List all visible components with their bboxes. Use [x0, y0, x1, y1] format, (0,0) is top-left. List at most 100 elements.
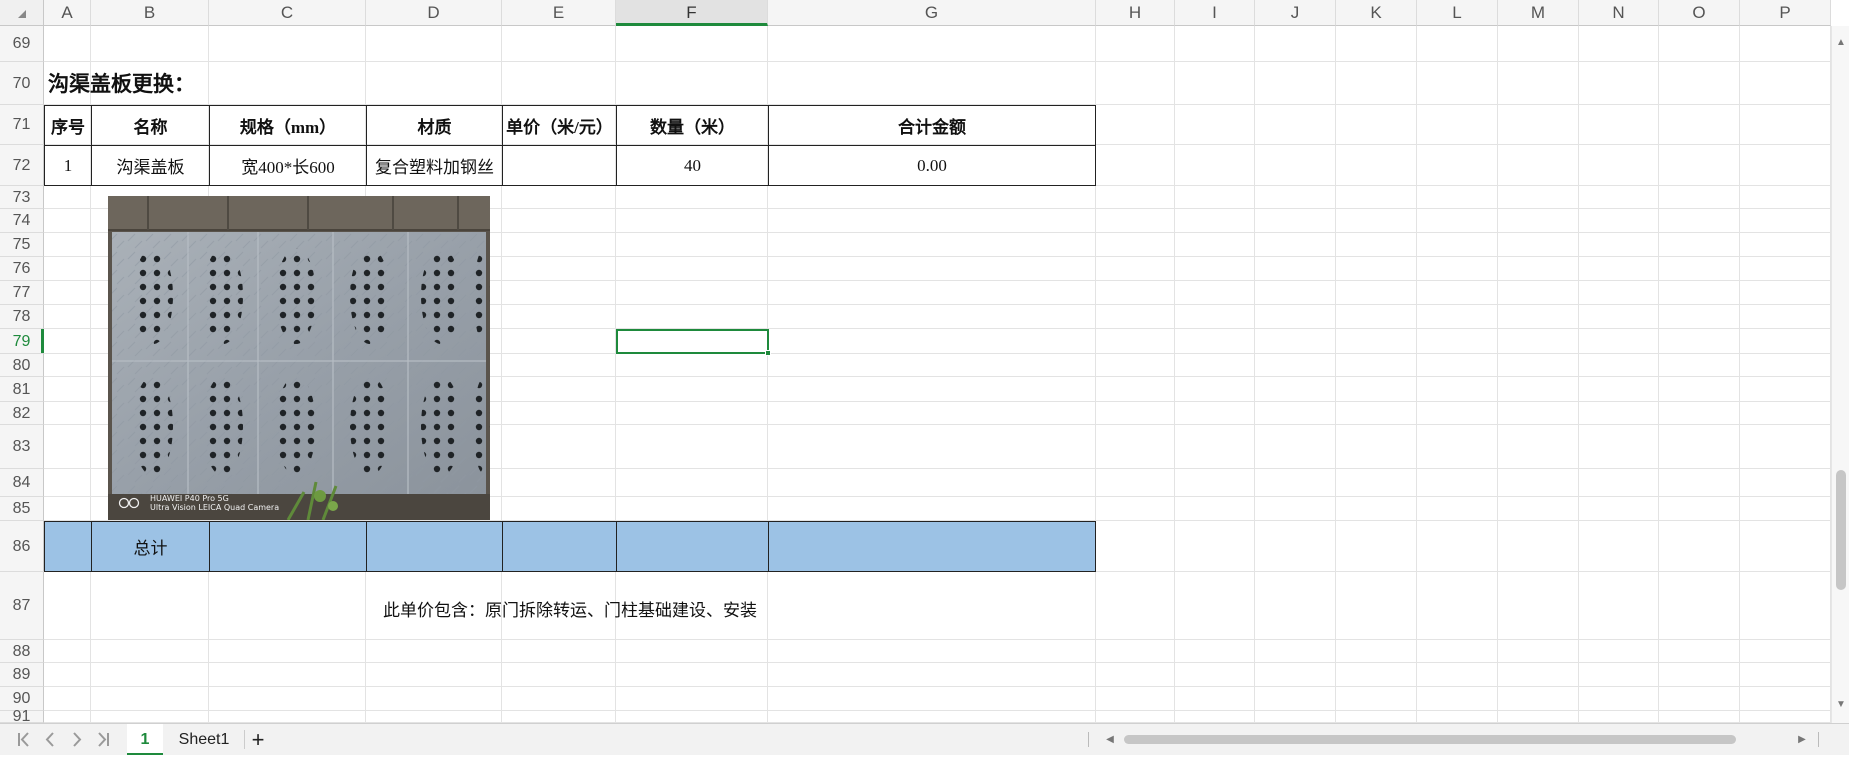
column-header-g[interactable]: G [768, 0, 1096, 26]
drain-cover-photo[interactable]: HUAWEI P40 Pro 5G Ultra Vision LEICA Qua… [108, 196, 490, 520]
vertical-scroll-thumb[interactable] [1836, 470, 1846, 590]
photo-watermark-line2: Ultra Vision LEICA Quad Camera [150, 503, 280, 512]
header-cell-unit-price[interactable]: 单价（米/元） [502, 105, 617, 146]
column-header-p[interactable]: P [1740, 0, 1831, 26]
section-title[interactable]: 沟渠盖板更换： [48, 62, 348, 104]
column-header-f[interactable]: F [616, 0, 768, 26]
row-header-89[interactable]: 89 [0, 663, 44, 687]
gridline-vertical [1739, 26, 1740, 723]
header-cell-total-amount[interactable]: 合计金额 [768, 105, 1096, 146]
cell-index[interactable]: 1 [44, 145, 92, 186]
gridline-vertical [1254, 26, 1255, 723]
cell-total-amount[interactable]: 0.00 [768, 145, 1096, 186]
next-sheet-icon[interactable] [64, 724, 90, 755]
cell-unit-price[interactable] [502, 145, 617, 186]
select-all-icon [18, 10, 26, 18]
column-header-a[interactable]: A [44, 0, 91, 26]
scroll-down-icon[interactable]: ▼ [1832, 698, 1849, 712]
row-header-83[interactable]: 83 [0, 425, 44, 469]
active-cell-selection[interactable] [616, 329, 771, 356]
gridline-horizontal [44, 662, 1831, 663]
row-header-91[interactable]: 91 [0, 709, 44, 723]
header-cell-quantity[interactable]: 数量（米） [616, 105, 769, 146]
gridline-horizontal [44, 639, 1831, 640]
horizontal-scroll-thumb[interactable] [1124, 735, 1736, 744]
spreadsheet-grid[interactable]: ABCDEFGHIJKLMNOP 69 70 71 72 73 74 75 76 77 78 79 8… [0, 0, 1849, 723]
row-header-80[interactable]: 80 [0, 354, 44, 377]
total-cell-d[interactable] [366, 521, 503, 572]
tab-divider [244, 730, 245, 749]
row-header-78[interactable]: 78 [0, 305, 44, 329]
total-cell-a[interactable] [44, 521, 92, 572]
column-header-c[interactable]: C [209, 0, 366, 26]
column-header-o[interactable]: O [1659, 0, 1740, 26]
cell-name[interactable]: 沟渠盖板 [91, 145, 210, 186]
row-header-84[interactable]: 84 [0, 469, 44, 497]
column-header-e[interactable]: E [502, 0, 616, 26]
column-header-h[interactable]: H [1096, 0, 1175, 26]
total-label[interactable]: 总计 [91, 521, 210, 572]
sheet-tab-1[interactable]: 1 [127, 724, 163, 755]
total-cell-g[interactable] [768, 521, 1096, 572]
scroll-right-icon[interactable]: ▶ [1792, 724, 1812, 755]
cell-material[interactable]: 复合塑料加钢丝 [366, 145, 503, 186]
row-header-73[interactable]: 73 [0, 186, 44, 209]
column-header-d[interactable]: D [366, 0, 502, 26]
scroll-end-divider [1818, 732, 1819, 747]
total-cell-f[interactable] [616, 521, 769, 572]
cell-quantity[interactable]: 40 [616, 145, 769, 186]
row-header-85[interactable]: 85 [0, 497, 44, 521]
column-header-k[interactable]: K [1336, 0, 1417, 26]
row-header-88[interactable]: 88 [0, 640, 44, 663]
header-cell-index[interactable]: 序号 [44, 105, 92, 146]
row-header-87[interactable]: 87 [0, 572, 44, 640]
column-header-b[interactable]: B [91, 0, 209, 26]
scroll-split-handle[interactable] [1088, 732, 1089, 747]
sheet-tab-sheet1[interactable]: Sheet1 [168, 724, 240, 755]
row-header-72[interactable]: 72 [0, 145, 44, 186]
total-cell-e[interactable] [502, 521, 617, 572]
select-all-corner[interactable] [0, 0, 44, 26]
row-header-69[interactable]: 69 [0, 26, 44, 62]
gridline-vertical [1416, 26, 1417, 723]
row-header-79[interactable]: 79 [0, 329, 44, 354]
gridline-horizontal [44, 686, 1831, 687]
row-header-86[interactable]: 86 [0, 521, 44, 572]
header-cell-name[interactable]: 名称 [91, 105, 210, 146]
first-sheet-icon[interactable] [10, 724, 36, 755]
sheet-tab-bar: 1 Sheet1 + ◀ ▶ [0, 723, 1849, 755]
column-header-i[interactable]: I [1175, 0, 1255, 26]
row-header-76[interactable]: 76 [0, 257, 44, 281]
add-sheet-button[interactable]: + [246, 724, 270, 755]
gridline-vertical [1335, 26, 1336, 723]
gridline-vertical [1497, 26, 1498, 723]
total-cell-c[interactable] [209, 521, 367, 572]
gridline-horizontal [44, 710, 1831, 711]
gridline-vertical [1658, 26, 1659, 723]
scroll-up-icon[interactable]: ▲ [1832, 36, 1849, 50]
row-header-75[interactable]: 75 [0, 233, 44, 257]
gridline-vertical [1174, 26, 1175, 723]
prev-sheet-icon[interactable] [37, 724, 63, 755]
row-header-70[interactable]: 70 [0, 62, 44, 105]
header-cell-material[interactable]: 材质 [366, 105, 503, 146]
last-sheet-icon[interactable] [91, 724, 117, 755]
drain-cover-image [108, 196, 490, 520]
row-header-71[interactable]: 71 [0, 105, 44, 145]
cell-spec[interactable]: 宽400*长600 [209, 145, 367, 186]
row-header-77[interactable]: 77 [0, 281, 44, 305]
price-note[interactable]: 此单价包含：原门拆除转运、门柱基础建设、安装 [300, 590, 840, 626]
column-header-l[interactable]: L [1417, 0, 1498, 26]
vertical-scrollbar[interactable]: ▲ ▼ [1831, 26, 1849, 723]
column-header-m[interactable]: M [1498, 0, 1579, 26]
row-header-74[interactable]: 74 [0, 209, 44, 233]
scroll-left-icon[interactable]: ◀ [1100, 724, 1120, 755]
header-cell-spec[interactable]: 规格（mm） [209, 105, 367, 146]
gridline-vertical [1578, 26, 1579, 723]
row-header-81[interactable]: 81 [0, 377, 44, 402]
column-header-n[interactable]: N [1579, 0, 1659, 26]
photo-watermark-line1: HUAWEI P40 Pro 5G [150, 494, 229, 503]
column-header-j[interactable]: J [1255, 0, 1336, 26]
fill-handle[interactable] [765, 350, 771, 356]
row-header-82[interactable]: 82 [0, 402, 44, 425]
